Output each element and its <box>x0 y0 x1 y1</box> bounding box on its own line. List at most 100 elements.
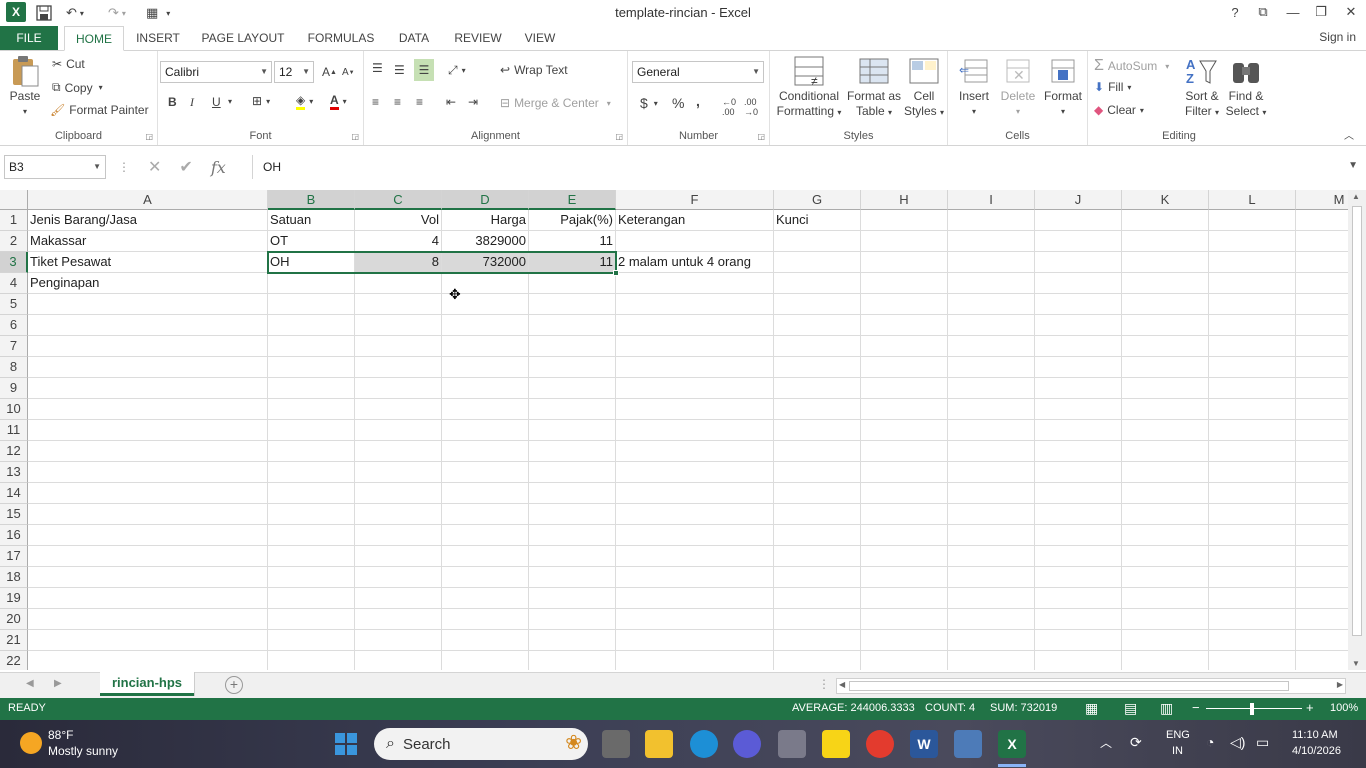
scroll-right-icon[interactable]: ▶ <box>1337 680 1343 689</box>
cell-a5[interactable] <box>28 294 268 315</box>
cell-c16[interactable] <box>355 525 442 546</box>
weather-temp[interactable]: 88°F <box>48 728 73 742</box>
column-header-c[interactable]: C <box>355 190 442 210</box>
cell-f5[interactable] <box>616 294 774 315</box>
cell-k2[interactable] <box>1122 231 1209 252</box>
sheet-prev-icon[interactable]: ◀ <box>26 678 34 689</box>
underline-button[interactable]: U <box>212 95 221 109</box>
cell-m6[interactable] <box>1296 315 1348 336</box>
cell-j15[interactable] <box>1035 504 1122 525</box>
cell-j12[interactable] <box>1035 441 1122 462</box>
cell-g19[interactable] <box>774 588 861 609</box>
tab-split-grip-icon[interactable]: ⋮ <box>818 677 830 691</box>
cell-b10[interactable] <box>268 399 355 420</box>
cell-b4[interactable] <box>268 273 355 294</box>
increase-decimal-icon[interactable]: ←0.00 <box>722 97 736 117</box>
cell-k15[interactable] <box>1122 504 1209 525</box>
cell-h2[interactable] <box>861 231 948 252</box>
cell-e2[interactable]: 11 <box>529 231 616 252</box>
cell-h15[interactable] <box>861 504 948 525</box>
paste-button[interactable]: Paste ▾ <box>4 55 46 119</box>
column-header-m[interactable]: M <box>1296 190 1348 210</box>
cell-l16[interactable] <box>1209 525 1296 546</box>
cell-l15[interactable] <box>1209 504 1296 525</box>
font-size-dropdown[interactable]: 12 ▼ <box>274 61 314 83</box>
cell-e3[interactable]: 11 <box>529 252 616 273</box>
cell-m13[interactable] <box>1296 462 1348 483</box>
cell-f9[interactable] <box>616 378 774 399</box>
cell-i21[interactable] <box>948 630 1035 651</box>
formula-input[interactable]: OH <box>252 155 1344 179</box>
cell-g10[interactable] <box>774 399 861 420</box>
volume-icon[interactable]: ◁) <box>1230 734 1245 751</box>
cell-j9[interactable] <box>1035 378 1122 399</box>
cell-e11[interactable] <box>529 420 616 441</box>
cell-i22[interactable] <box>948 651 1035 670</box>
increase-font-icon[interactable]: A ▲ <box>322 65 337 79</box>
cell-m10[interactable] <box>1296 399 1348 420</box>
cell-m1[interactable] <box>1296 210 1348 231</box>
cell-b18[interactable] <box>268 567 355 588</box>
cell-b13[interactable] <box>268 462 355 483</box>
expand-formula-bar-icon[interactable]: ▼ <box>1348 160 1358 171</box>
cell-f11[interactable] <box>616 420 774 441</box>
cell-g12[interactable] <box>774 441 861 462</box>
cell-m8[interactable] <box>1296 357 1348 378</box>
cell-i7[interactable] <box>948 336 1035 357</box>
edge-browser-icon[interactable] <box>690 730 718 758</box>
cell-f12[interactable] <box>616 441 774 462</box>
cell-e9[interactable] <box>529 378 616 399</box>
cell-l9[interactable] <box>1209 378 1296 399</box>
minimize-button[interactable]: — <box>1278 2 1308 22</box>
cell-f14[interactable] <box>616 483 774 504</box>
cell-c13[interactable] <box>355 462 442 483</box>
cell-a7[interactable] <box>28 336 268 357</box>
cell-m5[interactable] <box>1296 294 1348 315</box>
cell-k16[interactable] <box>1122 525 1209 546</box>
cell-l5[interactable] <box>1209 294 1296 315</box>
column-header-e[interactable]: E <box>529 190 616 210</box>
cell-g7[interactable] <box>774 336 861 357</box>
cell-k21[interactable] <box>1122 630 1209 651</box>
cell-m12[interactable] <box>1296 441 1348 462</box>
cell-d8[interactable] <box>442 357 529 378</box>
cell-h13[interactable] <box>861 462 948 483</box>
cell-g9[interactable] <box>774 378 861 399</box>
copy-button[interactable]: ⧉ Copy ▾ <box>52 80 103 95</box>
cell-e22[interactable] <box>529 651 616 670</box>
autosum-button[interactable]: Σ AutoSum ▾ <box>1094 57 1169 75</box>
cell-b12[interactable] <box>268 441 355 462</box>
dialog-launcher-icon[interactable]: ◲ <box>351 132 359 141</box>
row-header-8[interactable]: 8 <box>0 357 28 378</box>
align-center-icon[interactable]: ≡ <box>394 95 401 109</box>
cell-d17[interactable] <box>442 546 529 567</box>
cell-d10[interactable] <box>442 399 529 420</box>
cell-k3[interactable] <box>1122 252 1209 273</box>
cell-j4[interactable] <box>1035 273 1122 294</box>
cell-j16[interactable] <box>1035 525 1122 546</box>
cell-k5[interactable] <box>1122 294 1209 315</box>
cell-e12[interactable] <box>529 441 616 462</box>
merge-center-button[interactable]: ⊟ Merge & Center ▾ <box>500 96 611 110</box>
taskbar-search[interactable]: ⌕ Search ❀ <box>374 728 588 760</box>
cancel-entry-icon[interactable]: ✕ <box>148 157 161 177</box>
cell-d12[interactable] <box>442 441 529 462</box>
cell-j8[interactable] <box>1035 357 1122 378</box>
cell-h6[interactable] <box>861 315 948 336</box>
row-header-1[interactable]: 1 <box>0 210 28 231</box>
cell-k1[interactable] <box>1122 210 1209 231</box>
cell-b1[interactable]: Satuan <box>268 210 355 231</box>
cell-f16[interactable] <box>616 525 774 546</box>
cell-h8[interactable] <box>861 357 948 378</box>
cell-g3[interactable] <box>774 252 861 273</box>
cell-h3[interactable] <box>861 252 948 273</box>
cell-j2[interactable] <box>1035 231 1122 252</box>
cell-e10[interactable] <box>529 399 616 420</box>
close-button[interactable]: ✕ <box>1336 2 1366 22</box>
row-header-9[interactable]: 9 <box>0 378 28 399</box>
worksheet-grid[interactable]: A B C D E F G H I J K L M 1 Jenis Barang/Jasa Satuan Vol… <box>0 190 1348 670</box>
find-select-button[interactable]: Find & Select ▾ <box>1224 55 1268 120</box>
cell-j3[interactable] <box>1035 252 1122 273</box>
insert-function-icon[interactable]: fx <box>211 158 226 177</box>
cell-c10[interactable] <box>355 399 442 420</box>
